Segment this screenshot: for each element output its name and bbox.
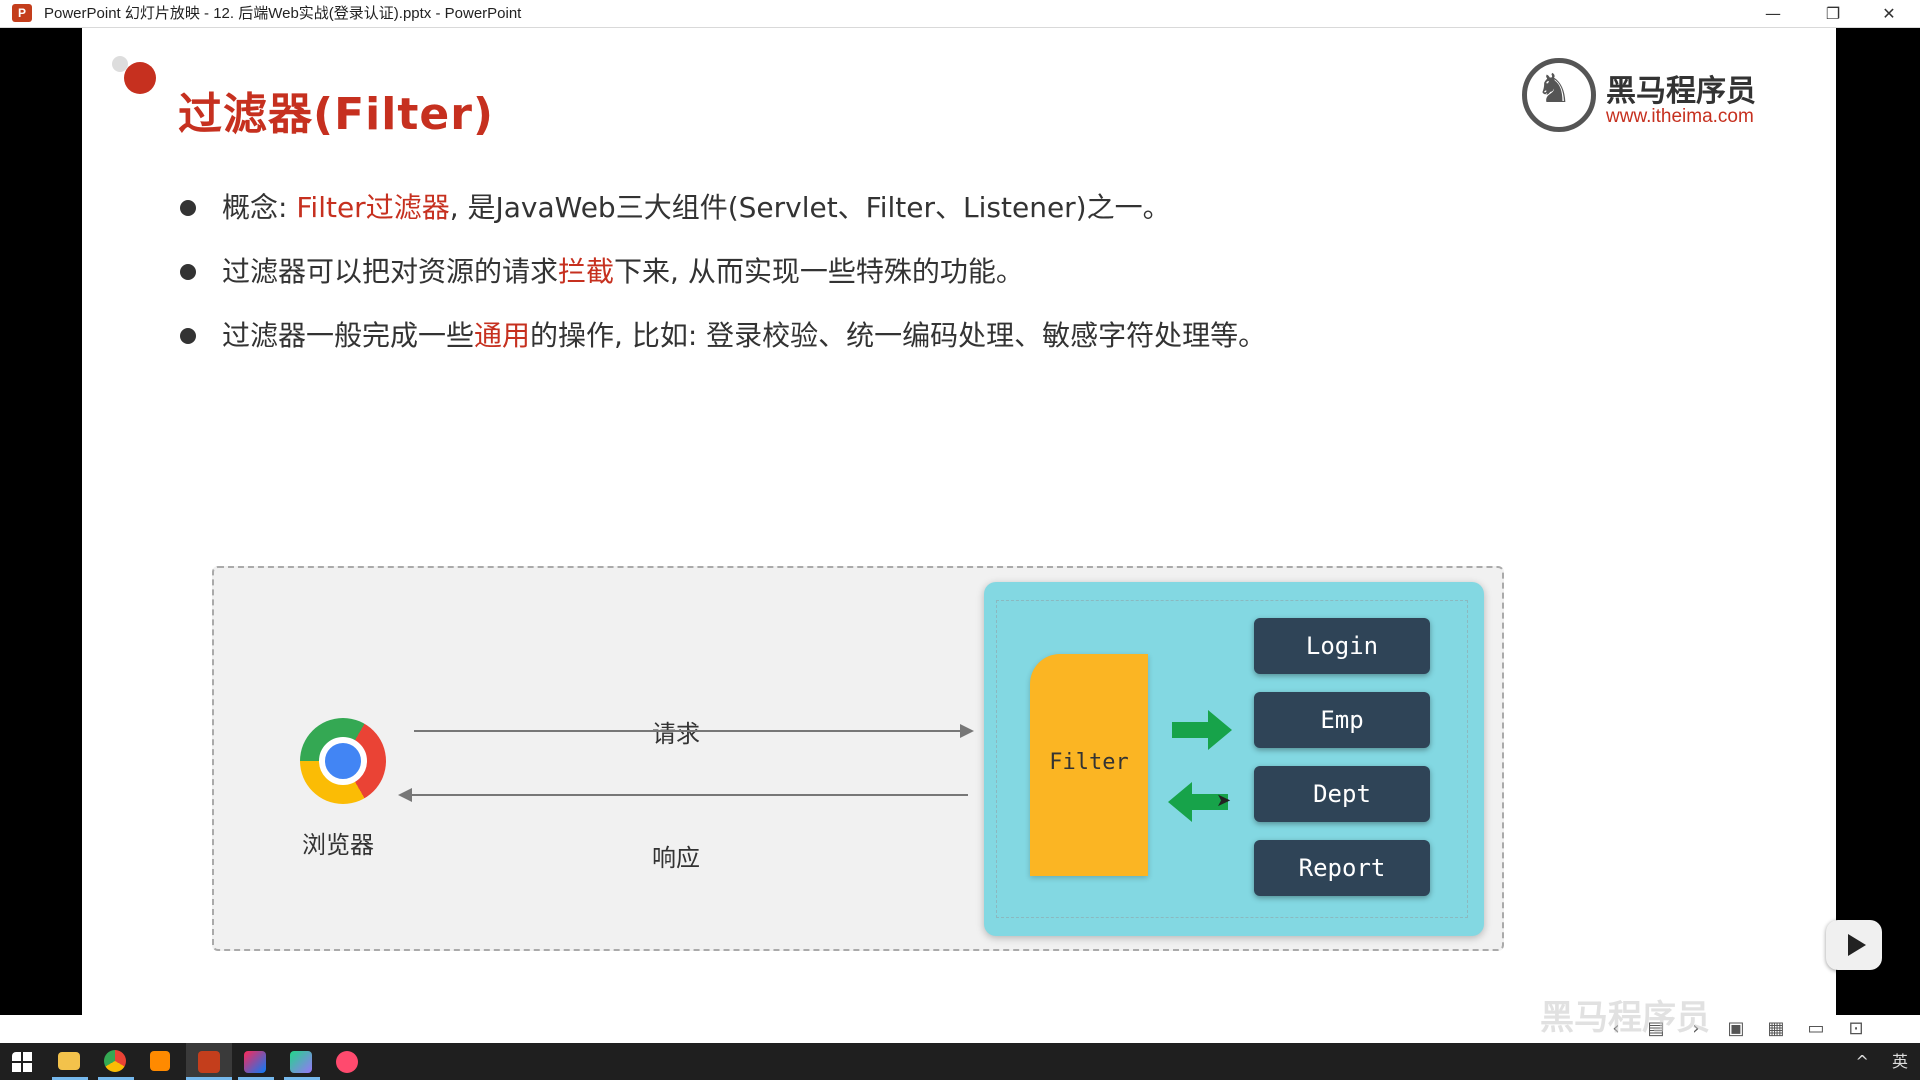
video-play-button[interactable] <box>1826 920 1882 970</box>
presenter-view-icon[interactable]: ⊡ <box>1836 1015 1876 1043</box>
close-button[interactable]: ✕ <box>1866 0 1912 28</box>
grid-view-icon[interactable]: ▦ <box>1756 1015 1796 1043</box>
slide-canvas[interactable]: 过滤器(Filter) ♞ 黑马程序员 www.itheima.com 概念: … <box>82 28 1836 1015</box>
response-arrowhead-icon <box>398 788 412 802</box>
itheima-logo: ♞ 黑马程序员 www.itheima.com <box>1522 58 1782 138</box>
decor-dot-red <box>124 62 156 94</box>
chrome-taskbar-icon[interactable] <box>104 1050 126 1072</box>
bullet-text: 过滤器一般完成一些 <box>222 319 475 352</box>
service-login: Login <box>1254 618 1430 674</box>
bullet-dot-icon <box>180 328 196 344</box>
video-watermark: 黑马程序员 <box>1540 998 1710 1038</box>
window-title-bar: P PowerPoint 幻灯片放映 - 12. 后端Web实战(登录认证).p… <box>0 0 1920 28</box>
bullet-highlight: 通用 <box>474 319 531 352</box>
service-dept: Dept <box>1254 766 1430 822</box>
bullet-dot-icon <box>180 200 196 216</box>
bullet-highlight: Filter过滤器 <box>296 191 450 224</box>
datagrip-icon[interactable] <box>290 1051 312 1073</box>
bullet-text: 的操作, 比如: 登录校验、统一编码处理、敏感字符处理等。 <box>530 319 1267 352</box>
filter-label: Filter <box>1049 750 1129 775</box>
horse-icon: ♞ <box>1536 66 1572 112</box>
request-arrowhead-icon <box>960 724 974 738</box>
request-arrow <box>414 730 964 732</box>
system-tray: ^ 英 <box>1855 1043 1908 1080</box>
bullet-dot-icon <box>180 264 196 280</box>
bullet-item: 过滤器一般完成一些通用的操作, 比如: 登录校验、统一编码处理、敏感字符处理等。 <box>180 304 1266 368</box>
bullet-text: , 是JavaWeb三大组件(Servlet、Filter、Listener)之… <box>449 191 1171 224</box>
mouse-cursor-icon: ➤ <box>1216 790 1232 811</box>
normal-view-icon[interactable]: ▣ <box>1716 1015 1756 1043</box>
bullet-text: 概念: <box>222 191 297 224</box>
logo-url: www.itheima.com <box>1606 106 1754 127</box>
intellij-idea-icon[interactable] <box>244 1051 266 1073</box>
bullet-item: 概念: Filter过滤器, 是JavaWeb三大组件(Servlet、Filt… <box>180 176 1266 240</box>
bullet-highlight: 拦截 <box>558 255 615 288</box>
tray-overflow-icon[interactable]: ^ <box>1855 1052 1868 1071</box>
sublime-text-icon[interactable] <box>150 1051 170 1071</box>
service-report: Report <box>1254 840 1430 896</box>
windows-taskbar: ^ 英 <box>0 1043 1920 1080</box>
window-title: PowerPoint 幻灯片放映 - 12. 后端Web实战(登录认证).ppt… <box>44 5 522 22</box>
response-arrow <box>412 794 968 796</box>
filter-block: Filter <box>1030 654 1148 876</box>
reading-view-icon[interactable]: ▭ <box>1796 1015 1836 1043</box>
chrome-browser-icon <box>300 718 386 804</box>
slide-title: 过滤器(Filter) <box>178 89 495 140</box>
powerpoint-taskbar-icon[interactable] <box>198 1051 220 1073</box>
response-label: 响应 <box>652 844 700 872</box>
service-emp: Emp <box>1254 692 1430 748</box>
bullet-item: 过滤器可以把对资源的请求拦截下来, 从而实现一些特殊的功能。 <box>180 240 1266 304</box>
minimize-button[interactable]: — <box>1750 0 1796 28</box>
filter-diagram: 浏览器 请求 响应 Filter Login Emp Dept Report <box>212 566 1504 951</box>
green-arrow-right-icon <box>1172 710 1232 750</box>
input-language-indicator[interactable]: 英 <box>1892 1052 1908 1071</box>
recorder-app-icon[interactable] <box>336 1051 358 1073</box>
bullet-text: 过滤器可以把对资源的请求 <box>222 255 559 288</box>
server-box: Filter Login Emp Dept Report <box>984 582 1484 936</box>
bullet-text: 下来, 从而实现一些特殊的功能。 <box>614 255 1024 288</box>
powerpoint-icon: P <box>12 4 32 22</box>
browser-label: 浏览器 <box>302 831 374 859</box>
windows-start-icon[interactable] <box>12 1052 40 1080</box>
logo-name: 黑马程序员 <box>1606 74 1756 109</box>
bullet-list: 概念: Filter过滤器, 是JavaWeb三大组件(Servlet、Filt… <box>180 176 1266 368</box>
restore-button[interactable]: ❐ <box>1810 0 1856 28</box>
file-explorer-icon[interactable] <box>58 1052 80 1070</box>
